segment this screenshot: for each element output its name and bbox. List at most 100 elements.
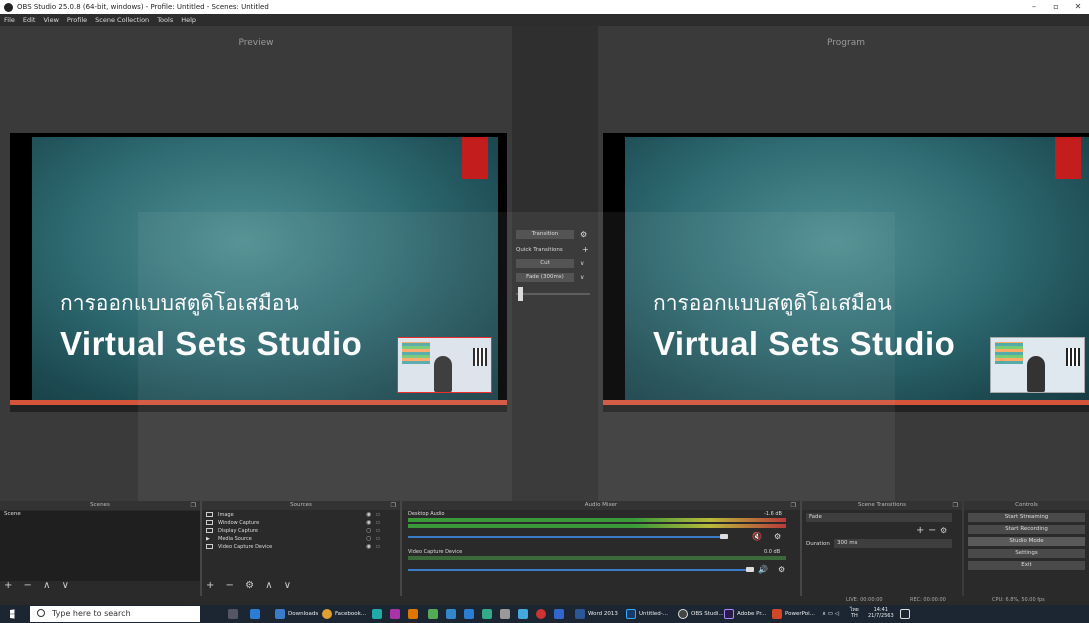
source-item[interactable]: Display Capture ○ ▫ — [206, 527, 380, 534]
taskbar-app[interactable] — [482, 608, 495, 620]
taskbar-word[interactable]: Word 2013 — [575, 608, 618, 620]
source-item[interactable]: ▶ Media Source ○ ▫ — [206, 535, 380, 542]
duration-input[interactable]: 300 ms — [834, 539, 952, 548]
exit-button[interactable]: Exit — [968, 561, 1085, 570]
windows-start-icon[interactable] — [10, 609, 15, 619]
maximize-button[interactable]: ▫ — [1045, 0, 1067, 14]
taskbar-app[interactable] — [372, 608, 385, 620]
taskbar-downloads[interactable]: Downloads — [275, 608, 318, 620]
desktop-audio-mute-icon[interactable]: 🔇 — [752, 532, 762, 541]
clock[interactable]: 14:41 21/7/2563 — [868, 607, 894, 619]
app-icon — [554, 609, 564, 619]
language-indicator[interactable]: ไทย TH — [850, 607, 859, 619]
taskbar-premiere[interactable]: Adobe Pr... — [724, 608, 766, 620]
visibility-eye-icon[interactable]: ○ — [366, 527, 371, 534]
desktop-audio-volume-knob[interactable] — [720, 534, 728, 539]
sources-toolbar[interactable]: + − ⚙ ∧ ∨ — [206, 580, 295, 591]
start-streaming-button[interactable]: Start Streaming — [968, 513, 1085, 522]
menu-edit[interactable]: Edit — [23, 16, 36, 24]
window-title: OBS Studio 25.0.8 (64-bit, windows) - Pr… — [17, 3, 269, 11]
desktop-audio-volume-slider[interactable] — [408, 536, 728, 538]
title-bar: OBS Studio 25.0.8 (64-bit, windows) - Pr… — [0, 0, 1089, 14]
settings-button[interactable]: Settings — [968, 549, 1085, 558]
powerpoint-icon — [772, 609, 782, 619]
lock-icon[interactable]: ▫ — [376, 511, 380, 518]
menu-scene-collection[interactable]: Scene Collection — [95, 16, 149, 24]
taskbar-app[interactable] — [428, 608, 441, 620]
program-label: Program — [827, 38, 865, 48]
desktop-audio-gear-icon[interactable]: ⚙ — [774, 532, 781, 541]
menu-tools[interactable]: Tools — [157, 16, 173, 24]
transition-props-gear-icon[interactable]: ⚙ — [940, 526, 947, 535]
video-capture-volume-slider[interactable] — [408, 569, 754, 571]
menu-view[interactable]: View — [43, 16, 58, 24]
taskbar-app[interactable] — [536, 608, 549, 620]
source-item[interactable]: Image ◉ ▫ — [206, 511, 380, 518]
lock-icon[interactable]: ▫ — [376, 543, 380, 550]
taskbar-app[interactable] — [464, 608, 477, 620]
video-capture-audio-label: Video Capture Device — [408, 549, 463, 555]
scene-transitions-float-icon[interactable]: ❐ — [953, 501, 958, 510]
lock-icon[interactable]: ▫ — [376, 527, 380, 534]
source-label: Image — [218, 511, 234, 518]
taskbar-obs[interactable]: OBS Studi... — [678, 608, 724, 620]
scene-transitions-title: Scene Transitions — [858, 502, 906, 508]
source-label: Media Source — [218, 535, 252, 542]
taskbar-search-box[interactable]: Type here to search — [30, 606, 200, 622]
taskbar-app[interactable] — [446, 608, 459, 620]
task-view-icon — [228, 609, 238, 619]
lock-icon[interactable]: ▫ — [376, 535, 380, 542]
search-icon — [37, 609, 45, 617]
menu-profile[interactable]: Profile — [67, 16, 87, 24]
video-capture-gear-icon[interactable]: ⚙ — [778, 565, 785, 574]
lock-icon[interactable]: ▫ — [376, 519, 380, 526]
scenes-toolbar[interactable]: + − ∧ ∨ — [4, 580, 73, 591]
start-recording-button[interactable]: Start Recording — [968, 525, 1085, 534]
menu-file[interactable]: File — [4, 16, 15, 24]
menu-help[interactable]: Help — [181, 16, 196, 24]
studio-mode-button[interactable]: Studio Mode — [968, 537, 1085, 546]
visibility-eye-icon[interactable]: ◉ — [366, 543, 371, 550]
inset-presenter — [1027, 356, 1045, 392]
chrome-icon — [322, 609, 332, 619]
video-capture-speaker-icon[interactable]: 🔊 — [758, 565, 768, 574]
scenes-float-icon[interactable]: ❐ — [191, 501, 196, 510]
scene-item-label: Scene — [4, 511, 21, 517]
visibility-eye-icon[interactable]: ◉ — [366, 511, 371, 518]
taskbar-task-view-icon[interactable] — [228, 608, 241, 620]
source-item[interactable]: Video Capture Device ◉ ▫ — [206, 543, 380, 550]
taskbar-photoshop[interactable]: Untitled-... — [626, 608, 668, 620]
transition-select[interactable]: Fade — [806, 513, 952, 522]
notification-icon[interactable] — [900, 608, 913, 620]
add-transition-icon[interactable]: + — [916, 525, 924, 536]
visibility-eye-icon[interactable]: ○ — [366, 535, 371, 542]
tray-glyphs: ∧ ▭ ◁ — [822, 611, 839, 617]
taskbar-app[interactable] — [408, 608, 421, 620]
audio-mixer-float-icon[interactable]: ❐ — [791, 501, 796, 510]
sources-float-icon[interactable]: ❐ — [391, 501, 396, 510]
taskbar-app[interactable] — [390, 608, 403, 620]
taskbar-edge-icon[interactable] — [250, 608, 263, 620]
taskbar-facebook[interactable]: Facebook... — [322, 608, 366, 620]
visibility-eye-icon[interactable]: ◉ — [366, 519, 371, 526]
taskbar-app[interactable] — [518, 608, 531, 620]
window-capture-icon — [206, 520, 213, 525]
scene-list-area[interactable] — [0, 519, 200, 581]
video-capture-volume-knob[interactable] — [746, 567, 754, 572]
remove-transition-icon[interactable]: − — [928, 525, 936, 536]
taskbar-label: Facebook... — [335, 611, 367, 617]
source-label: Video Capture Device — [218, 543, 273, 550]
sources-dock: Sources ❐ Image ◉ ▫ Window Capture ◉ ▫ Displa… — [202, 501, 400, 596]
edge-icon — [250, 609, 260, 619]
taskbar-powerpoint[interactable]: PowerPoi... — [772, 608, 815, 620]
taskbar-app[interactable] — [500, 608, 513, 620]
search-placeholder: Type here to search — [52, 609, 131, 618]
scene-list-item[interactable]: Scene — [0, 511, 200, 519]
tray-icons[interactable]: ∧ ▭ ◁ — [822, 608, 839, 620]
taskbar-app[interactable] — [554, 608, 567, 620]
clock-date: 21/7/2563 — [868, 613, 894, 619]
close-button[interactable]: ✕ — [1067, 0, 1089, 14]
source-item[interactable]: Window Capture ◉ ▫ — [206, 519, 380, 526]
minimize-button[interactable]: – — [1023, 0, 1045, 14]
obs-icon — [678, 609, 688, 619]
